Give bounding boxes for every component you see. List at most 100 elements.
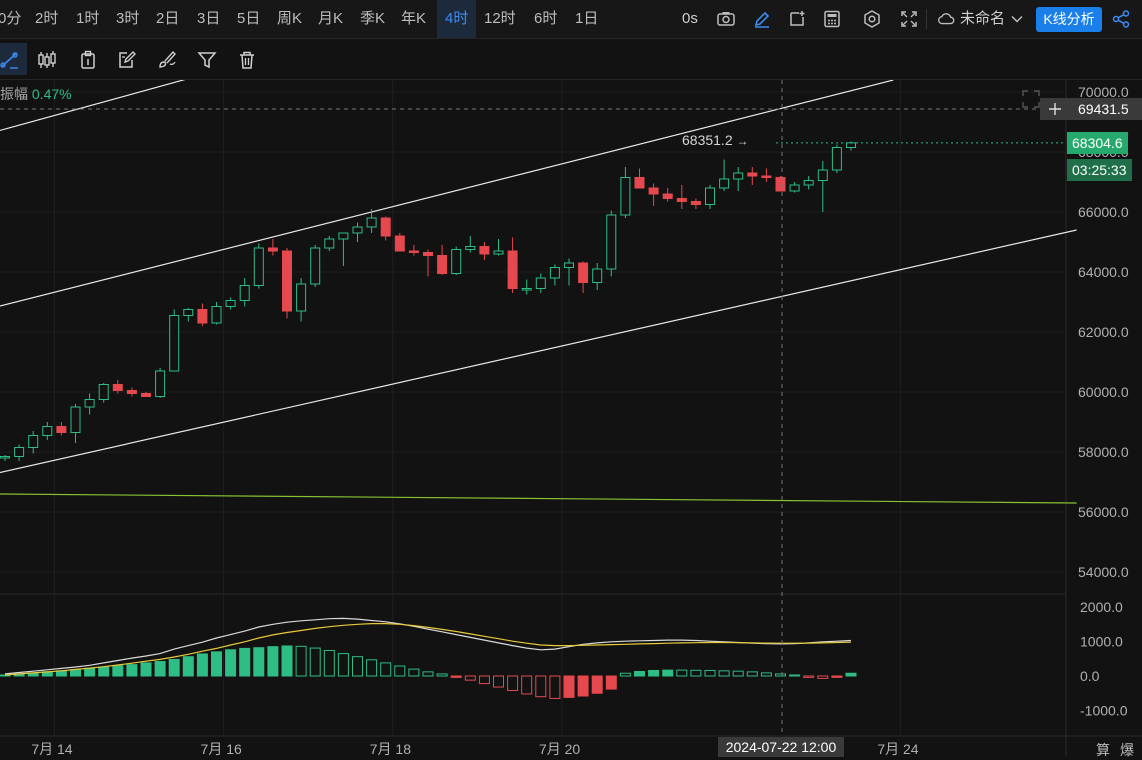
macd-bar (817, 675, 829, 679)
candle (676, 185, 687, 209)
candle-body (479, 246, 490, 255)
macd-bar (380, 662, 392, 677)
corner-label-2[interactable]: 爆 (1120, 740, 1134, 760)
note-edit-icon[interactable] (116, 49, 138, 71)
candle-body (338, 232, 349, 240)
macd-bar (352, 656, 363, 677)
countdown-label: 03:25:33 (1067, 159, 1132, 181)
timeframe-7[interactable]: 周K (277, 0, 302, 38)
pen-icon[interactable] (752, 9, 772, 29)
timeframe-bar: 0分 2时 1时 3时 2日 3日 5日 周K 月K 季K 年K 4时 12时 6时 1日 0s 未命名 K… (0, 0, 1142, 39)
macd-bar (746, 671, 758, 677)
macd-tick-label: -1000.0 (1080, 703, 1128, 719)
drawing-toolbar (0, 39, 1142, 80)
timeframe-9[interactable]: 季K (360, 0, 385, 38)
timeframe-5[interactable]: 3日 (197, 0, 220, 38)
macd-bar (831, 675, 843, 678)
timeframe-4[interactable]: 2日 (156, 0, 179, 38)
macd-bar (535, 675, 547, 698)
countdown-seconds[interactable]: 0s (682, 0, 698, 38)
timeframe-3[interactable]: 3时 (116, 0, 139, 38)
macd-indicator (0, 617, 857, 699)
candle-body (324, 238, 335, 249)
fullscreen-icon[interactable] (899, 9, 919, 29)
timeframe-10[interactable]: 年K (401, 0, 426, 38)
green-horizontal-line (0, 493, 1077, 504)
candle-body (719, 178, 730, 189)
macd-bar (718, 670, 730, 677)
timeframe-8[interactable]: 月K (318, 0, 343, 38)
chevron-down-icon[interactable] (1010, 12, 1024, 26)
candle (690, 198, 701, 209)
clipboard-icon[interactable] (77, 49, 99, 71)
candle-body (705, 187, 715, 205)
candle (634, 168, 645, 189)
macd-bar (521, 675, 533, 695)
macd-bar (634, 671, 645, 677)
price-chart[interactable]: 70000.068000.066000.064000.062000.060000… (0, 80, 1142, 756)
amplitude-value: 0.47% (31, 86, 72, 102)
candle-body (239, 285, 250, 301)
macd-bar (168, 658, 180, 677)
macd-bar (676, 669, 688, 677)
price-tick-label: 64000.0 (1078, 264, 1129, 280)
layout-name[interactable]: 未命名 (960, 0, 1005, 38)
timeframe-14[interactable]: 1日 (575, 0, 598, 38)
candle (549, 264, 560, 286)
macd-bar (408, 668, 420, 677)
price-tick-label: 56000.0 (1078, 504, 1129, 520)
macd-bar (549, 675, 561, 699)
price-tick-label: 60000.0 (1078, 384, 1129, 400)
macd-bar (760, 672, 772, 677)
candle (338, 232, 349, 266)
candlestick-type-icon[interactable] (36, 49, 58, 71)
macd-bar (267, 646, 279, 677)
candle (296, 278, 307, 322)
kline-analysis-button[interactable]: K线分析 (1036, 7, 1102, 32)
candle (394, 233, 405, 252)
plus-icon[interactable] (1048, 102, 1062, 116)
camera-icon[interactable] (716, 9, 736, 29)
timeframe-11[interactable]: 4时 (437, 0, 477, 38)
macd-bar (70, 669, 81, 677)
calculator-icon[interactable] (822, 9, 842, 29)
price-tick-label: 66000.0 (1078, 204, 1129, 220)
candle (719, 159, 730, 191)
trend-line-tool-icon[interactable] (0, 49, 20, 71)
candle-body (225, 300, 236, 307)
candle-body (169, 315, 180, 372)
brush-icon[interactable] (156, 49, 178, 71)
timeframe-12[interactable]: 12时 (484, 0, 516, 38)
settings-hexagon-icon[interactable] (862, 9, 882, 29)
candle-body (14, 447, 25, 457)
filter-icon[interactable] (196, 49, 218, 71)
cloud-icon[interactable] (936, 9, 956, 29)
candle (761, 168, 772, 182)
macd-bar (182, 656, 194, 677)
timeframe-2[interactable]: 1时 (76, 0, 99, 38)
candle-body (197, 309, 208, 324)
candle (507, 237, 518, 293)
macd-bar (450, 675, 462, 678)
trash-icon[interactable] (236, 49, 258, 71)
timeframe-1[interactable]: 2时 (35, 0, 58, 38)
macd-bar (225, 649, 237, 677)
candle-body (648, 187, 659, 195)
macd-bar (140, 662, 152, 677)
macd-bar (732, 670, 744, 677)
high-price-marker: 68351.2 → (682, 132, 749, 148)
expand-chart-icon[interactable] (1020, 88, 1042, 110)
corner-label-1[interactable]: 算 (1096, 740, 1110, 760)
macd-bar (493, 675, 504, 688)
candle (479, 242, 490, 260)
candle-body (394, 235, 405, 252)
timeframe-0[interactable]: 0分 (0, 0, 21, 38)
candle (28, 431, 39, 454)
timeframe-13[interactable]: 6时 (534, 0, 557, 38)
macd-bar (309, 647, 321, 677)
timeframe-6[interactable]: 5日 (237, 0, 260, 38)
candle (606, 210, 617, 277)
add-window-icon[interactable] (787, 9, 807, 29)
share-icon[interactable] (1111, 9, 1131, 29)
macd-bar (126, 664, 138, 677)
